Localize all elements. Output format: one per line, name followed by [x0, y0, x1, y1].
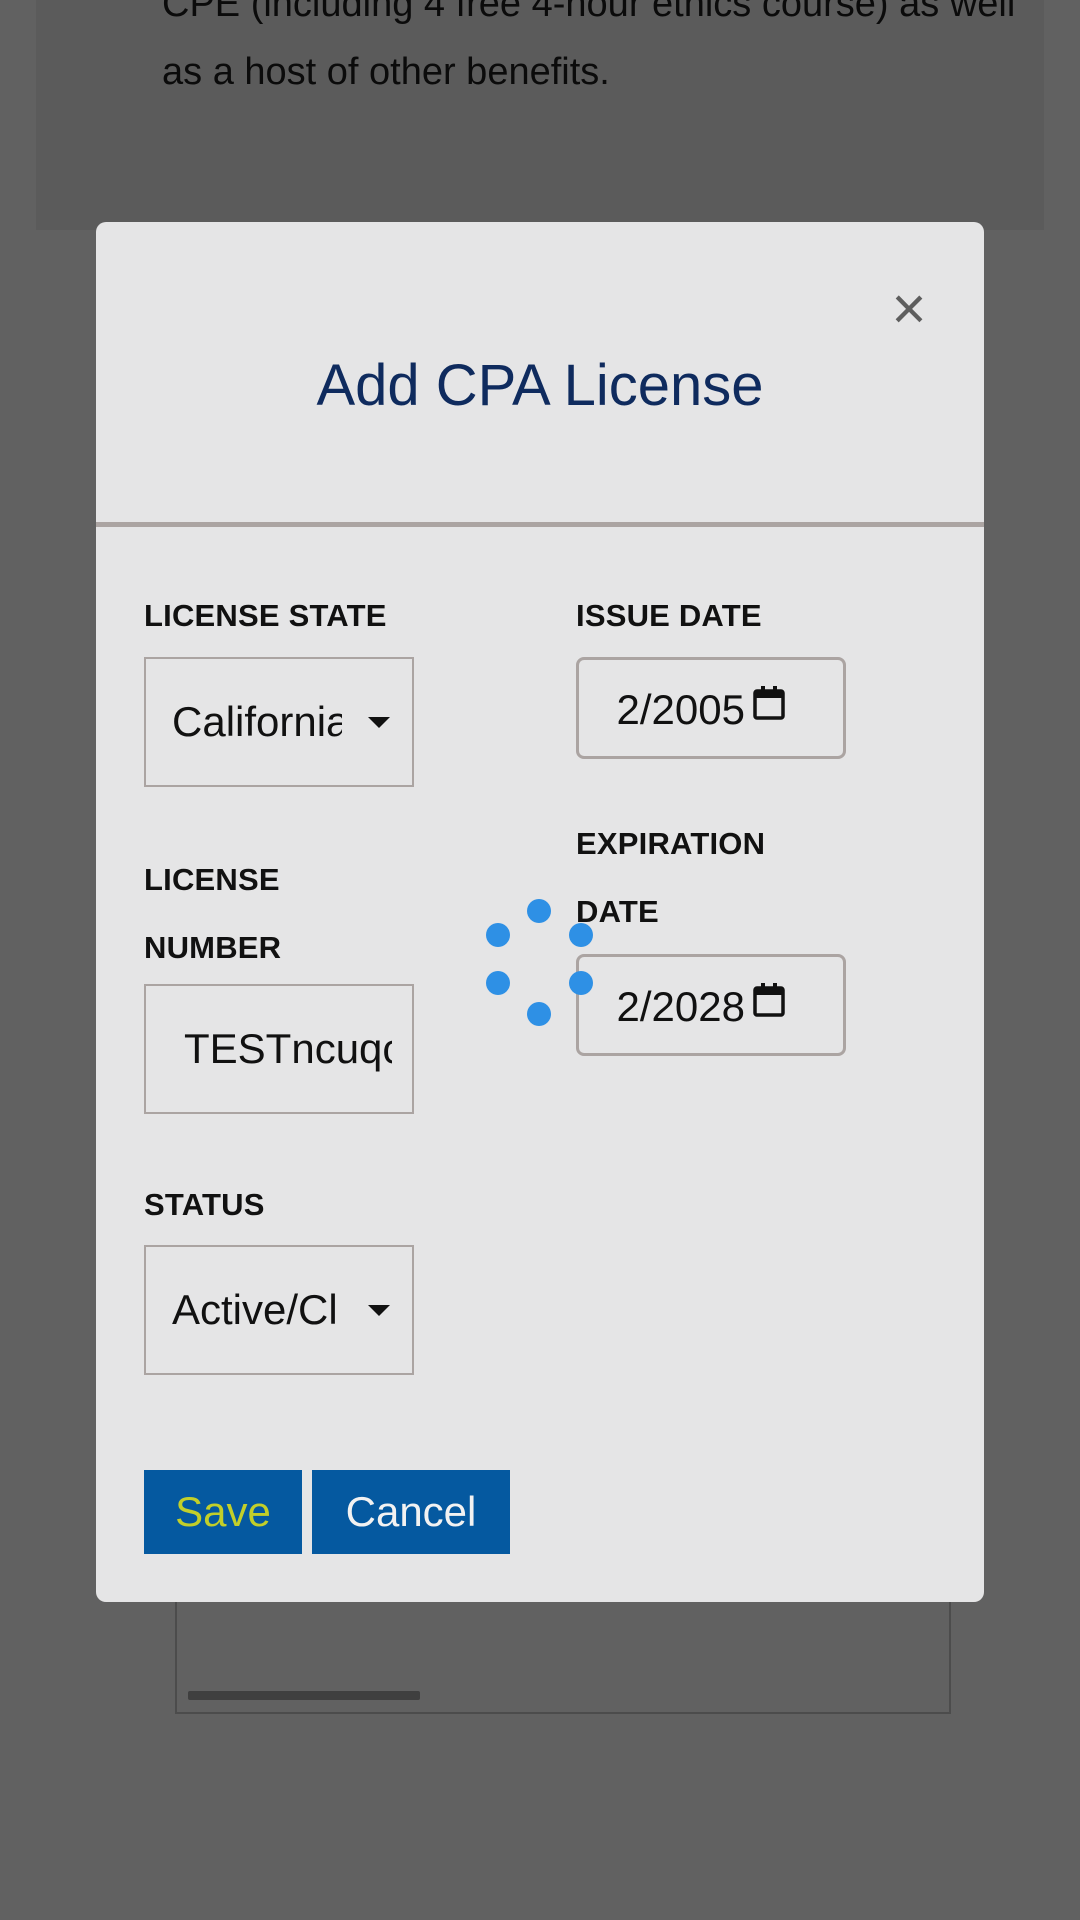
save-button[interactable]: Save	[144, 1470, 302, 1554]
chevron-down-icon	[368, 717, 390, 728]
issue-date-value: 2/2005	[616, 686, 745, 733]
modal-title: Add CPA License	[316, 353, 764, 418]
background-card: CPE (including 4 free 4-hour ethics cour…	[36, 0, 1044, 230]
calendar-icon[interactable]	[753, 983, 785, 1017]
expiration-date-label-line1: EXPIRATION	[576, 826, 766, 861]
license-state-select[interactable]: California	[144, 657, 414, 787]
license-state-label: LICENSE STATE	[144, 598, 387, 633]
background-paragraph: CPE (including 4 free 4-hour ethics cour…	[162, 0, 1016, 93]
license-state-value: California	[172, 698, 342, 745]
expiration-date-value: 2/2028	[616, 983, 745, 1030]
issue-date-input[interactable]: 2/2005	[576, 657, 846, 759]
issue-date-label: ISSUE DATE	[576, 598, 762, 633]
cancel-button[interactable]: Cancel	[312, 1470, 510, 1554]
license-number-value: TESTncuqc	[184, 1025, 392, 1072]
calendar-icon[interactable]	[753, 686, 785, 720]
chevron-down-icon	[368, 1305, 390, 1316]
loading-spinner-icon	[486, 899, 593, 1026]
status-label: STATUS	[144, 1187, 265, 1222]
background-scrollbar[interactable]	[188, 1691, 420, 1700]
status-select[interactable]: Active/Cl	[144, 1245, 414, 1375]
status-value: Active/Cl	[172, 1286, 338, 1333]
license-number-input[interactable]: TESTncuqc	[144, 984, 414, 1114]
header-divider	[96, 522, 984, 527]
expiration-date-input[interactable]: 2/2028	[576, 954, 846, 1056]
license-number-label-line2: NUMBER	[144, 930, 282, 965]
close-icon[interactable]: ×	[886, 279, 932, 339]
license-number-label-line1: LICENSE	[144, 862, 280, 897]
